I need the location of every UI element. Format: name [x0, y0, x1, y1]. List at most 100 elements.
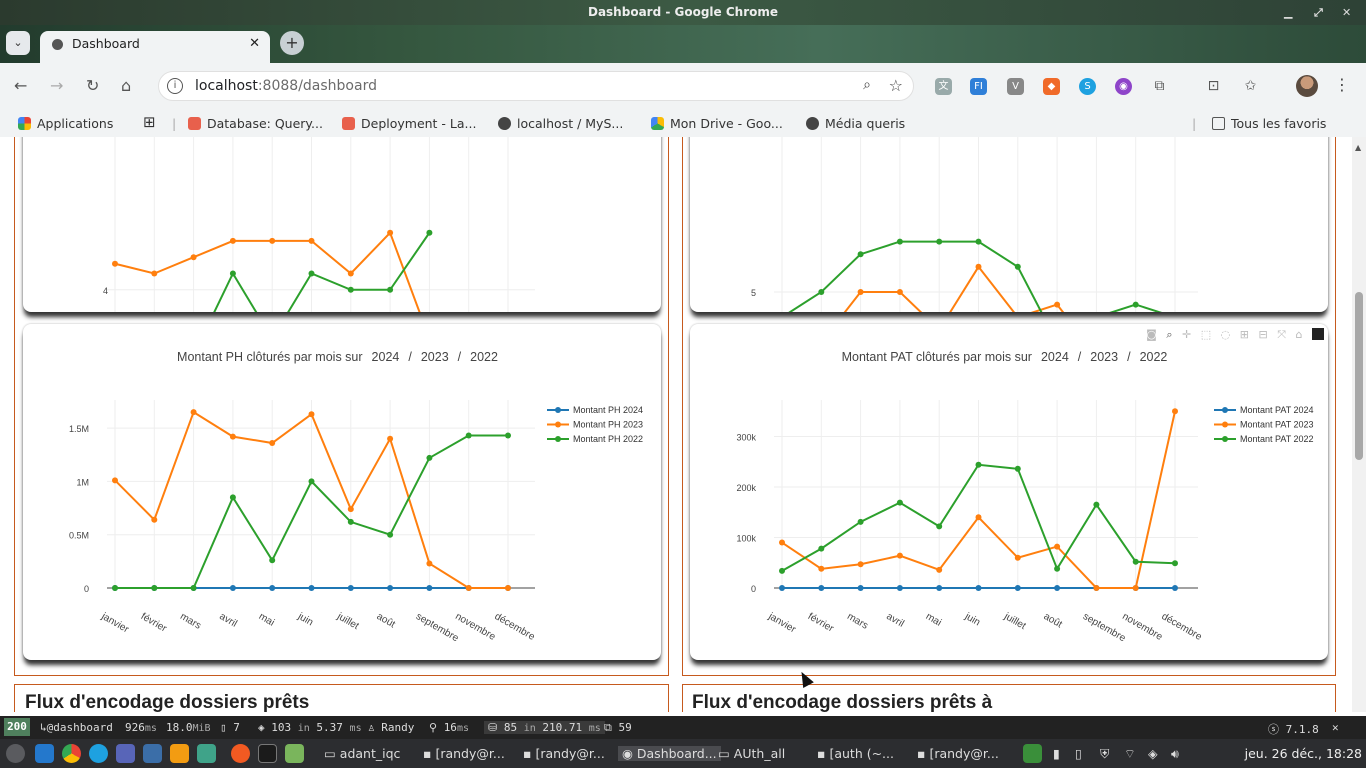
extension-fi-icon[interactable]: FI [970, 78, 987, 95]
mail-icon[interactable] [116, 744, 135, 763]
forms-count[interactable]: ▯ 7 [220, 721, 240, 734]
data-point [1054, 585, 1061, 591]
taskbar-item-1[interactable]: ▪ [randy@r... [423, 746, 505, 761]
taskbar-item-6[interactable]: ▪ [randy@r... [917, 746, 999, 761]
chart-top-right[interactable]: janvierfévriermarsavrilmaijuinjuilletaoû… [690, 137, 1328, 312]
x-tick-label: novembre [1120, 611, 1164, 643]
data-point [818, 545, 825, 552]
chart-card-top-left: janvierfévriermarsavrilmaijuinjuilletaoû… [23, 137, 661, 312]
volume-icon[interactable]: 🔊︎ [1171, 746, 1179, 762]
twig-time[interactable]: ⚲ 16ms [429, 721, 469, 734]
files-icon[interactable] [285, 744, 304, 763]
taskbar: ▭ adant_iqc ▪ [randy@r... ▪ [randy@r... … [0, 739, 1366, 768]
taskbar-item-0[interactable]: ▭ adant_iqc [324, 746, 400, 761]
symfony-version[interactable]: ⓢ 7.1.8 [1268, 721, 1319, 737]
chrome-icon[interactable] [62, 744, 81, 763]
data-point [936, 585, 943, 591]
zoom-icon[interactable]: ⌕ [863, 77, 871, 93]
data-point [779, 539, 785, 546]
nvidia-icon[interactable]: ◈ [1148, 746, 1158, 761]
screenshot-icon[interactable]: ⊡ [1205, 78, 1222, 95]
forward-icon[interactable]: → [50, 76, 63, 95]
update-check-icon[interactable] [1023, 744, 1042, 763]
url-text[interactable]: localhost:8088/dashboard [195, 78, 377, 94]
bookmark-applications[interactable]: Applications [18, 116, 113, 131]
chart-ph[interactable]: janvier février mars avril mai juin juillet aoû… [23, 324, 661, 660]
tab-close-icon[interactable]: ✕ [249, 31, 260, 57]
security-user[interactable]: ♙ Randy [368, 721, 414, 734]
bookmark-item-2[interactable]: localhost / MyS... [498, 116, 623, 131]
clock[interactable]: jeu. 26 déc., 18:28 [1245, 746, 1362, 761]
taskbar-item-4[interactable]: ▭ AUth_all [718, 746, 785, 761]
chart-top-left[interactable]: janvierfévriermarsavrilmaijuinjuilletaoû… [23, 137, 661, 312]
taskbar-item-3[interactable]: ◉ Dashboard... [618, 746, 721, 761]
data-point [975, 263, 982, 270]
clipboard2-icon[interactable]: ▯ [1075, 746, 1082, 761]
x-tick-label: juin [962, 611, 982, 629]
monitor-icon[interactable] [197, 744, 216, 763]
bookmark-item-3[interactable]: Mon Drive - Goo... [651, 116, 783, 131]
data-point [190, 409, 197, 416]
camera-app-icon[interactable] [143, 744, 162, 763]
extension-skype-icon[interactable]: S [1079, 78, 1096, 95]
extension-v-icon[interactable]: V [1007, 78, 1024, 95]
maximize-icon[interactable]: ⤢ [1314, 0, 1323, 25]
skype-icon[interactable] [89, 744, 108, 763]
cache-stats[interactable]: ◈ 103 in 5.37 ms [258, 721, 362, 734]
bookmark-item-0[interactable]: Database: Query... [188, 116, 323, 131]
data-point [151, 270, 158, 277]
request-time[interactable]: 926ms [125, 721, 157, 734]
taskbar-item-2[interactable]: ▪ [randy@r... [523, 746, 605, 761]
tab-dashboard[interactable]: Dashboard ✕ [40, 31, 270, 63]
data-point [229, 494, 236, 501]
chart-pat[interactable]: janvier février mars avril mai juin juillet aoû… [690, 324, 1328, 660]
bookmark-all-favorites[interactable]: Tous les favoris [1212, 116, 1326, 131]
bookmark-star-icon[interactable]: ☆ [889, 76, 903, 95]
route-name[interactable]: ↳@dashboard [40, 721, 113, 734]
firefox-icon[interactable] [231, 744, 250, 763]
extension-purple-icon[interactable]: ◉ [1115, 78, 1132, 95]
home-icon[interactable]: ⌂ [121, 76, 131, 95]
extension-orange-icon[interactable]: ◆ [1043, 78, 1060, 95]
clipboard-icon[interactable]: ▮ [1053, 746, 1060, 761]
profile-avatar[interactable] [1296, 75, 1318, 97]
extensions-puzzle-icon[interactable]: ⧉ [1151, 78, 1168, 95]
data-point [465, 585, 472, 591]
menu-kebab-icon[interactable]: ⋮ [1334, 75, 1350, 94]
shield-icon[interactable]: ⛨ [1100, 746, 1109, 762]
menu-icon[interactable] [6, 744, 25, 763]
grid-icon[interactable]: ⊞ [143, 113, 156, 131]
status-code-badge[interactable]: 200 [4, 718, 30, 736]
reload-icon[interactable]: ↻ [86, 76, 99, 95]
wifi-icon[interactable]: ⌔ [1124, 746, 1136, 762]
translation-count[interactable]: ⧉ 59 [604, 721, 632, 735]
memory-usage[interactable]: 18.0MiB [166, 721, 211, 734]
data-point [1054, 543, 1061, 550]
tab-search-icon[interactable]: ⌄ [6, 31, 30, 55]
close-toolbar-icon[interactable]: ✕ [1332, 721, 1339, 734]
data-point [112, 477, 118, 484]
minimize-icon[interactable]: ▁ [1284, 0, 1292, 25]
scrollbar-thumb[interactable] [1355, 292, 1363, 460]
close-window-icon[interactable]: ✕ [1342, 0, 1351, 25]
database-stats[interactable]: ⛁ 85 in 210.71 ms [484, 721, 605, 734]
data-point [896, 238, 903, 245]
site-info-icon[interactable]: i [167, 78, 183, 94]
network-icon[interactable] [170, 744, 189, 763]
page-scrollbar[interactable]: ▲ [1352, 137, 1366, 712]
bookmark-item-1[interactable]: Deployment - La... [342, 116, 476, 131]
address-bar[interactable]: i localhost:8088/dashboard ⌕ ☆ [158, 71, 914, 101]
taskbar-item-5[interactable]: ▪ [auth (~... [817, 746, 894, 761]
vscode-icon[interactable] [35, 744, 54, 763]
terminal-icon[interactable] [258, 744, 277, 763]
bookmark-item-4[interactable]: Média queris [806, 116, 905, 131]
y-tick-label: 0 [84, 584, 89, 594]
tab-favicon-icon [52, 39, 63, 50]
new-tab-button[interactable]: + [280, 31, 304, 55]
extension-translate-icon[interactable]: 文 [935, 78, 952, 95]
back-icon[interactable]: ← [14, 76, 27, 95]
reading-list-icon[interactable]: ✩ [1242, 78, 1259, 95]
drive-icon [651, 117, 664, 130]
scroll-up-icon[interactable]: ▲ [1355, 143, 1361, 152]
y-tick-label: 1.5M [69, 424, 89, 434]
